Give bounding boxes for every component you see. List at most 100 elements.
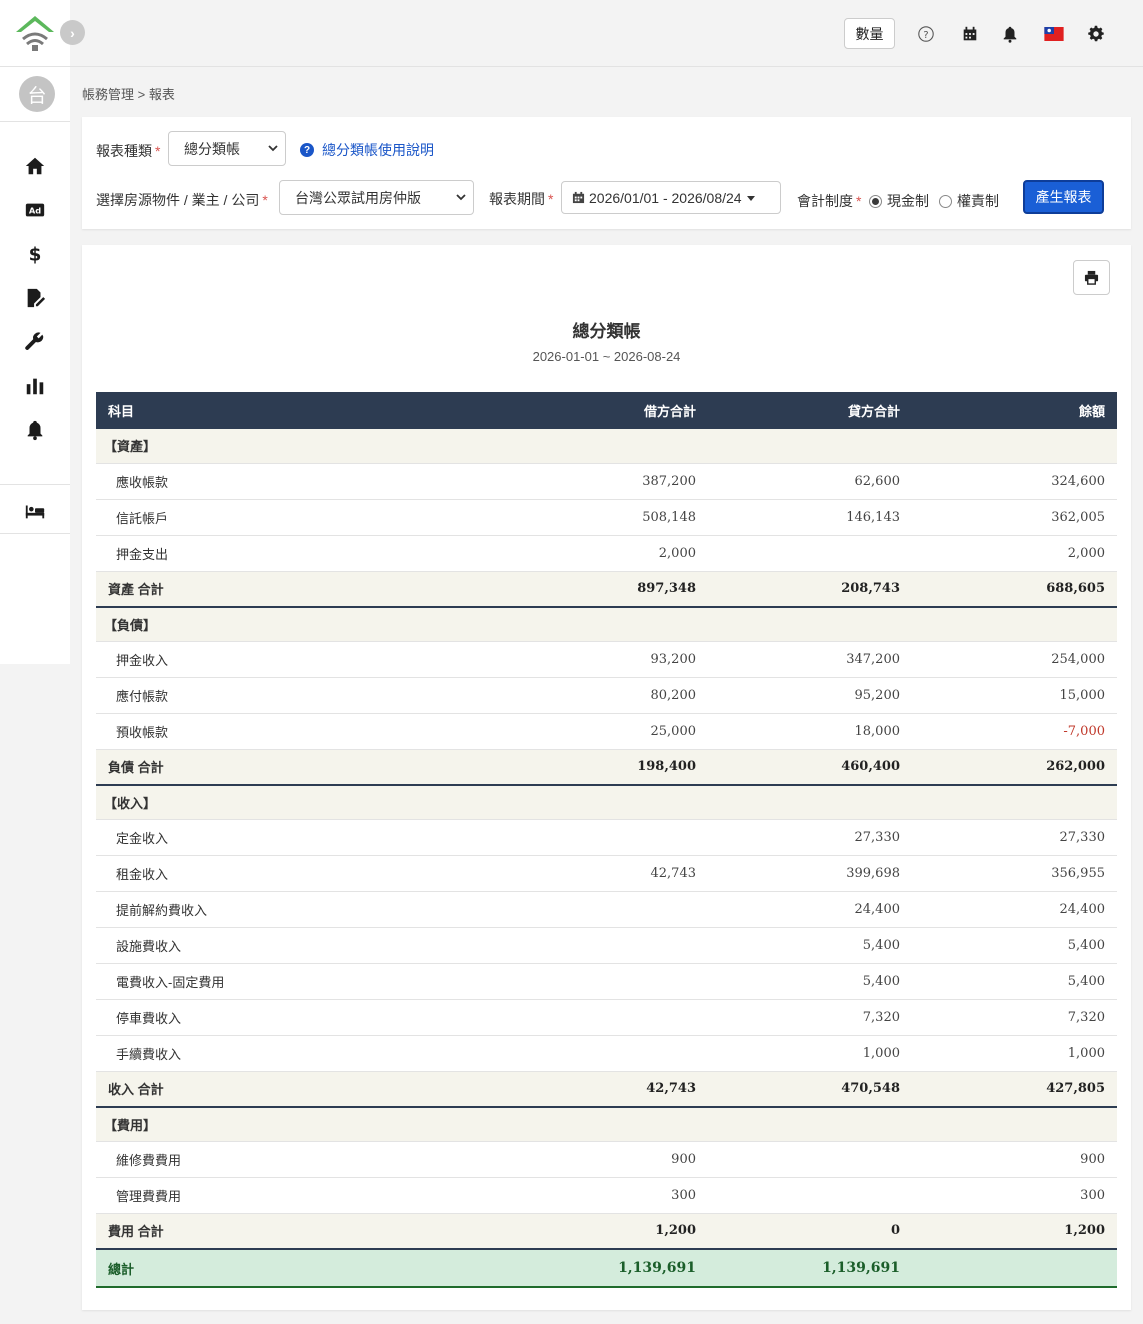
accrual-basis-radio[interactable]: 權責制: [939, 191, 999, 211]
balance-value: 900: [912, 1141, 1117, 1178]
ad-icon[interactable]: Ad: [22, 198, 48, 222]
debit-value: 80,200: [498, 677, 708, 714]
chevron-down-icon: [456, 194, 466, 201]
total-label: 費用 合計: [96, 1213, 498, 1250]
sidebar-toggle-button[interactable]: ›: [60, 20, 85, 45]
credit-value: 18,000: [708, 713, 912, 750]
dollar-icon[interactable]: $: [22, 242, 48, 266]
report-title: 總分類帳: [572, 322, 641, 341]
debit-value: 2,000: [498, 535, 708, 572]
help-link[interactable]: ? 總分類帳使用說明: [300, 140, 434, 160]
section-title: 【費用】: [96, 1107, 1117, 1142]
debit-value: 508,148: [498, 499, 708, 536]
wrench-icon[interactable]: [22, 330, 48, 354]
filter-panel: 報表種類 * 總分類帳 ? 總分類帳使用說明 選擇房源物件 / 業主 / 公司 * …: [82, 117, 1131, 229]
account-name: 停車費收入: [96, 999, 498, 1036]
sidebar-divider: [0, 66, 70, 67]
credit-value: 347,200: [708, 641, 912, 678]
grand-total-credit: 1,139,691: [708, 1248, 912, 1288]
account-name: 租金收入: [96, 855, 498, 892]
total-label: 收入 合計: [96, 1071, 498, 1108]
account-name: 定金收入: [96, 819, 498, 856]
notification-bell-icon[interactable]: [1000, 24, 1020, 44]
logo[interactable]: [14, 14, 56, 54]
table-row: 租金收入 42,743 399,698 356,955: [96, 855, 1117, 892]
account-name: 應付帳款: [96, 677, 498, 714]
total-balance: 688,605: [912, 571, 1117, 608]
svg-text:Ad: Ad: [29, 206, 41, 216]
report-type-select[interactable]: 總分類帳: [168, 131, 286, 166]
print-button[interactable]: [1073, 260, 1110, 295]
property-select[interactable]: 台灣公眾試用房仲版: [279, 180, 474, 215]
caret-down-icon: [746, 195, 755, 201]
table-row: 提前解約費收入 24,400 24,400: [96, 891, 1117, 928]
column-header-credit: 貸方合計: [708, 392, 912, 429]
question-circle-icon: ?: [300, 143, 314, 157]
taiwan-flag-icon[interactable]: [1043, 24, 1065, 44]
grand-total-debit: 1,139,691: [498, 1248, 708, 1288]
account-name: 電費收入-固定費用: [96, 963, 498, 1000]
section-total-row: 收入 合計 42,743 470,548 427,805: [96, 1071, 1117, 1108]
total-balance: 1,200: [912, 1213, 1117, 1250]
avatar[interactable]: 台: [19, 76, 55, 112]
total-credit: 460,400: [708, 749, 912, 786]
report-date-range: 2026-01-01 ~ 2026-08-24: [532, 349, 681, 364]
grand-total-label: 總計: [96, 1248, 498, 1288]
section-title: 【資產】: [96, 429, 1117, 464]
sidebar-divider: [0, 121, 70, 122]
table-row: 信託帳戶 508,148 146,143 362,005: [96, 499, 1117, 536]
account-name: 手續費收入: [96, 1035, 498, 1072]
balance-value: 24,400: [912, 891, 1117, 928]
credit-value: 27,330: [708, 819, 912, 856]
balance-value: 5,400: [912, 963, 1117, 1000]
chart-bar-icon[interactable]: [22, 374, 48, 398]
credit-value: 95,200: [708, 677, 912, 714]
account-name: 設施費收入: [96, 927, 498, 964]
section-title: 【負債】: [96, 607, 1117, 642]
table-row: 押金收入 93,200 347,200 254,000: [96, 641, 1117, 678]
total-debit: 42,743: [498, 1071, 708, 1108]
credit-value: [708, 1141, 912, 1178]
help-icon[interactable]: ?: [916, 24, 936, 44]
column-header-account: 科目: [96, 392, 498, 429]
credit-value: 7,320: [708, 999, 912, 1036]
total-balance: 262,000: [912, 749, 1117, 786]
generate-report-button[interactable]: 產生報表: [1023, 180, 1104, 214]
date-range-picker[interactable]: 2026/01/01 - 2026/08/24: [561, 181, 781, 214]
table-row: 應收帳款 387,200 62,600 324,600: [96, 463, 1117, 500]
sidebar-divider: [0, 484, 70, 485]
table-row: 設施費收入 5,400 5,400: [96, 927, 1117, 964]
account-name: 維修費費用: [96, 1141, 498, 1178]
print-icon: [1084, 270, 1099, 285]
contract-edit-icon[interactable]: [22, 286, 48, 310]
section-header-row: 【費用】: [96, 1107, 1117, 1142]
debit-value: 93,200: [498, 641, 708, 678]
section-total-row: 費用 合計 1,200 0 1,200: [96, 1213, 1117, 1250]
total-label: 資產 合計: [96, 571, 498, 608]
cash-basis-radio[interactable]: 現金制: [869, 191, 929, 211]
balance-value: 15,000: [912, 677, 1117, 714]
total-credit: 0: [708, 1213, 912, 1250]
credit-value: 5,400: [708, 963, 912, 1000]
debit-value: [498, 891, 708, 928]
bell-icon[interactable]: [22, 418, 48, 442]
calendar-icon: [572, 191, 585, 204]
credit-value: 24,400: [708, 891, 912, 928]
balance-value: 324,600: [912, 463, 1117, 500]
balance-value: 356,955: [912, 855, 1117, 892]
total-debit: 897,348: [498, 571, 708, 608]
table-header-row: 科目 借方合計 貸方合計 餘額: [96, 392, 1117, 429]
bed-icon[interactable]: [22, 499, 48, 523]
settings-gear-icon[interactable]: [1086, 24, 1106, 44]
credit-value: 62,600: [708, 463, 912, 500]
sidebar: 台 Ad $: [0, 0, 70, 664]
debit-value: 42,743: [498, 855, 708, 892]
section-total-row: 資產 合計 897,348 208,743 688,605: [96, 571, 1117, 608]
debit-value: 900: [498, 1141, 708, 1178]
calendar-icon[interactable]: [960, 24, 980, 44]
column-header-debit: 借方合計: [498, 392, 708, 429]
quantity-button[interactable]: 數量: [844, 18, 895, 49]
home-icon[interactable]: [22, 154, 48, 178]
table-row: 手續費收入 1,000 1,000: [96, 1035, 1117, 1072]
column-header-balance: 餘額: [912, 392, 1117, 429]
